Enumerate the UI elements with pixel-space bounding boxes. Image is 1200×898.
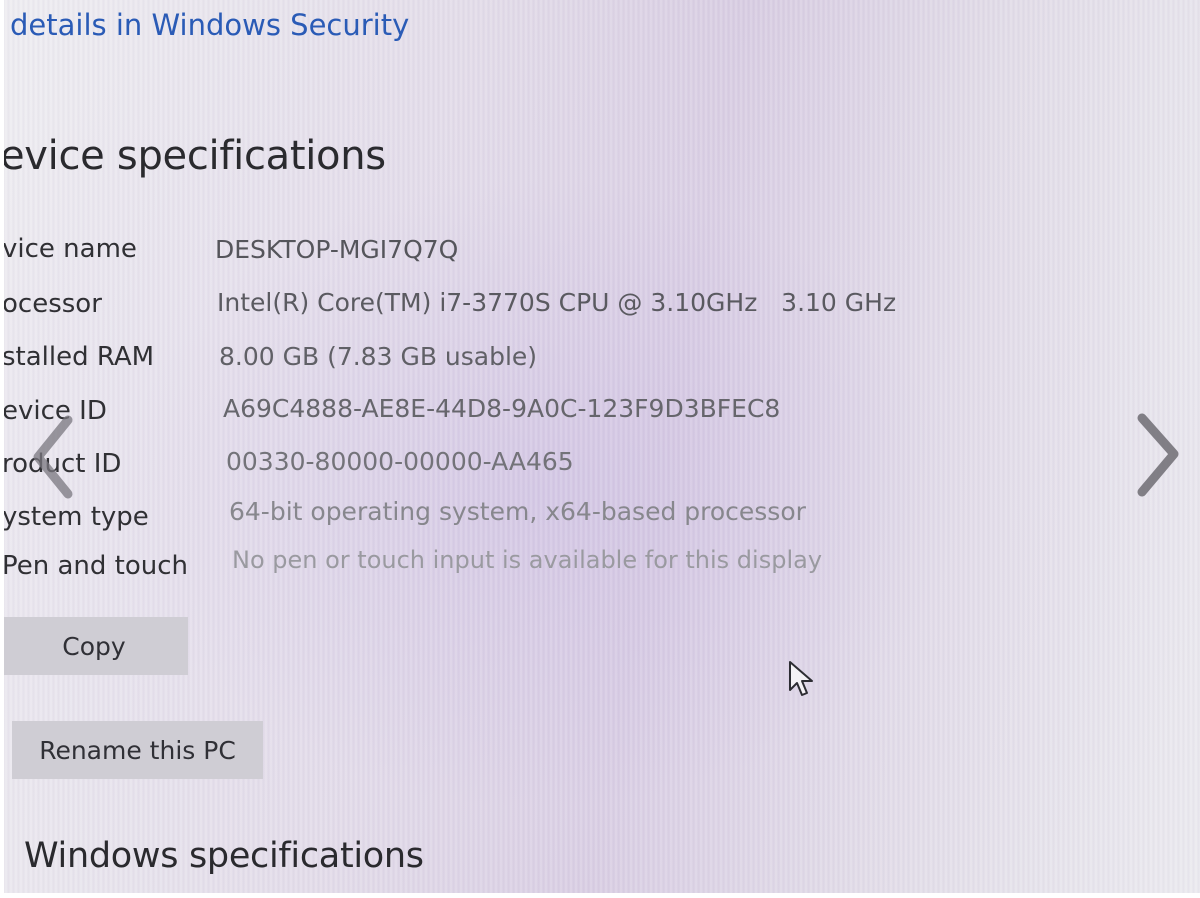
photo-border-left [0,0,4,898]
spec-label-processor: ocessor [2,289,102,319]
spec-value-processor: Intel(R) Core(TM) i7-3770S CPU @ 3.10GHz… [217,288,897,317]
windows-security-link[interactable]: details in Windows Security [10,8,409,42]
mouse-pointer-icon [789,661,813,696]
spec-value-product-id: 00330-80000-00000-AA465 [226,447,574,476]
previous-arrow-button[interactable] [20,402,100,512]
photo-border-bottom [0,893,1200,898]
spec-value-installed-ram: 8.00 GB (7.83 GB usable) [219,342,538,371]
spec-value-device-id: A69C4888-AE8E-44D8-9A0C-123F9D3BFEC8 [223,394,781,423]
chevron-right-icon [1137,413,1179,497]
rename-pc-button[interactable]: Rename this PC [12,721,263,779]
spec-value-device-name: DESKTOP-MGI7Q7Q [215,235,459,264]
spec-value-system-type: 64-bit operating system, x64-based proce… [229,497,806,526]
spec-value-pen-and-touch: No pen or touch input is available for t… [232,546,823,574]
spec-label-pen-and-touch: Pen and touch [2,551,189,581]
windows-specifications-heading: Windows specifications [24,836,424,876]
spec-label-installed-ram: stalled RAM [2,342,155,372]
device-specifications-heading: evice specifications [0,133,386,179]
spec-label-device-name: vice name [2,234,137,264]
copy-button[interactable]: Copy [0,617,188,675]
next-arrow-button[interactable] [1118,402,1198,512]
chevron-left-icon [33,415,73,499]
